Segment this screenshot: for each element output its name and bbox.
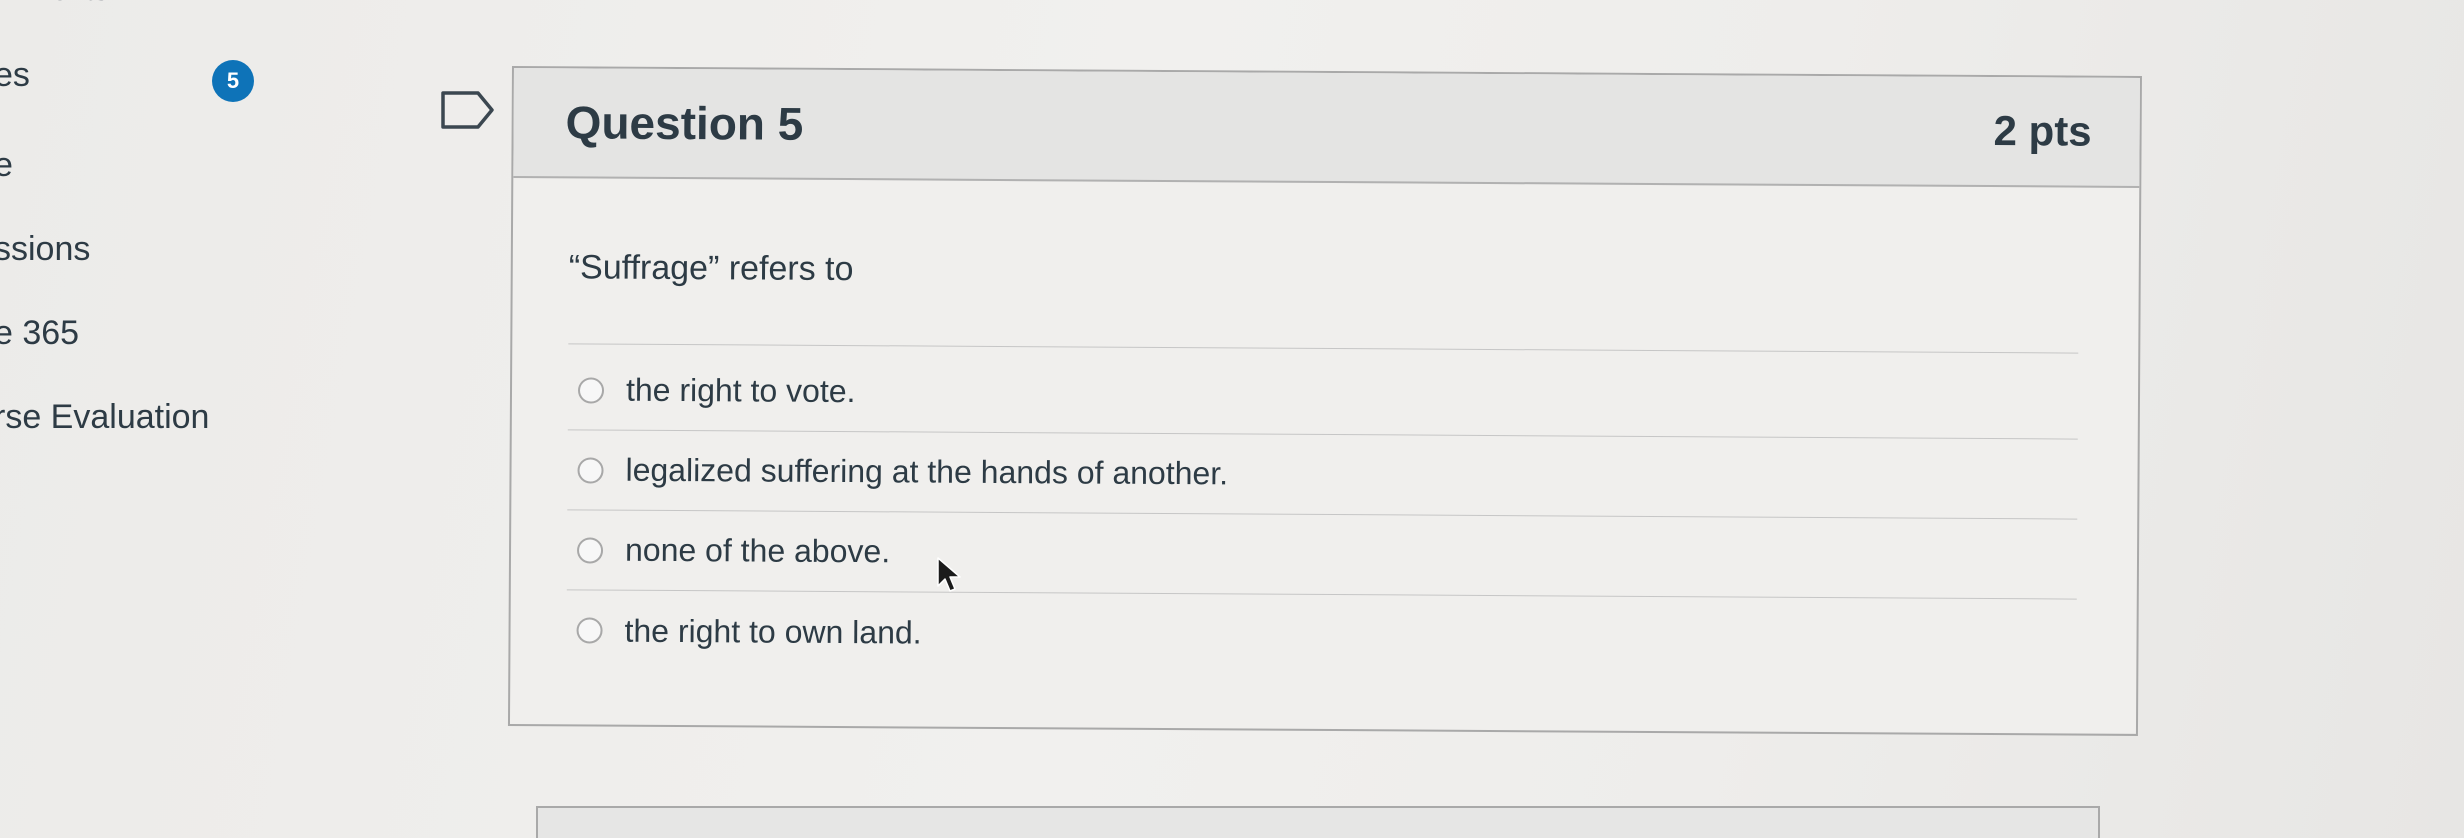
answer-label[interactable]: the right to vote. [626,372,856,410]
answer-option[interactable]: the right to vote. [567,350,2079,440]
flag-icon[interactable] [440,90,496,130]
question-text: “Suffrage” refers to [568,248,2079,354]
screen: nments es 5 e ssions e 365 rse Evaluatio… [0,0,2464,838]
nav-item-office-365[interactable]: e 365 [0,314,79,353]
answer-option[interactable]: legalized suffering at the hands of anot… [567,430,2078,520]
answer-label[interactable]: legalized suffering at the hands of anot… [625,452,1228,493]
question-card: Question 5 2 pts “Suffrage” refers to th… [507,66,2142,736]
question-title: Question 5 [565,96,804,150]
nav-item-course-evaluation[interactable]: rse Evaluation [0,398,209,437]
question-body: “Suffrage” refers to the right to vote. … [510,178,2139,680]
answer-list: the right to vote. legalized suffering a… [566,350,2079,679]
nav-item-1[interactable]: es [0,56,30,95]
radio-icon[interactable] [576,536,604,564]
nav-item-partial[interactable]: nments [10,0,108,8]
cursor-icon [937,557,961,592]
next-question-card [536,806,2100,838]
answer-option[interactable]: the right to own land. [566,590,2076,679]
course-navigation: nments es 5 e ssions e 365 rse Evaluatio… [0,0,260,838]
radio-icon[interactable] [577,376,605,404]
radio-icon[interactable] [577,456,604,484]
answer-label[interactable]: none of the above. [625,532,890,571]
answer-label[interactable]: the right to own land. [624,612,921,651]
nav-item-discussions[interactable]: ssions [0,230,90,269]
question-points: 2 pts [1993,107,2092,155]
question-header: Question 5 2 pts [513,68,2140,188]
nav-item-2[interactable]: e [0,146,13,185]
answer-option[interactable]: none of the above. [566,510,2078,600]
unread-count-badge: 5 [212,60,254,102]
radio-icon[interactable] [576,617,603,644]
